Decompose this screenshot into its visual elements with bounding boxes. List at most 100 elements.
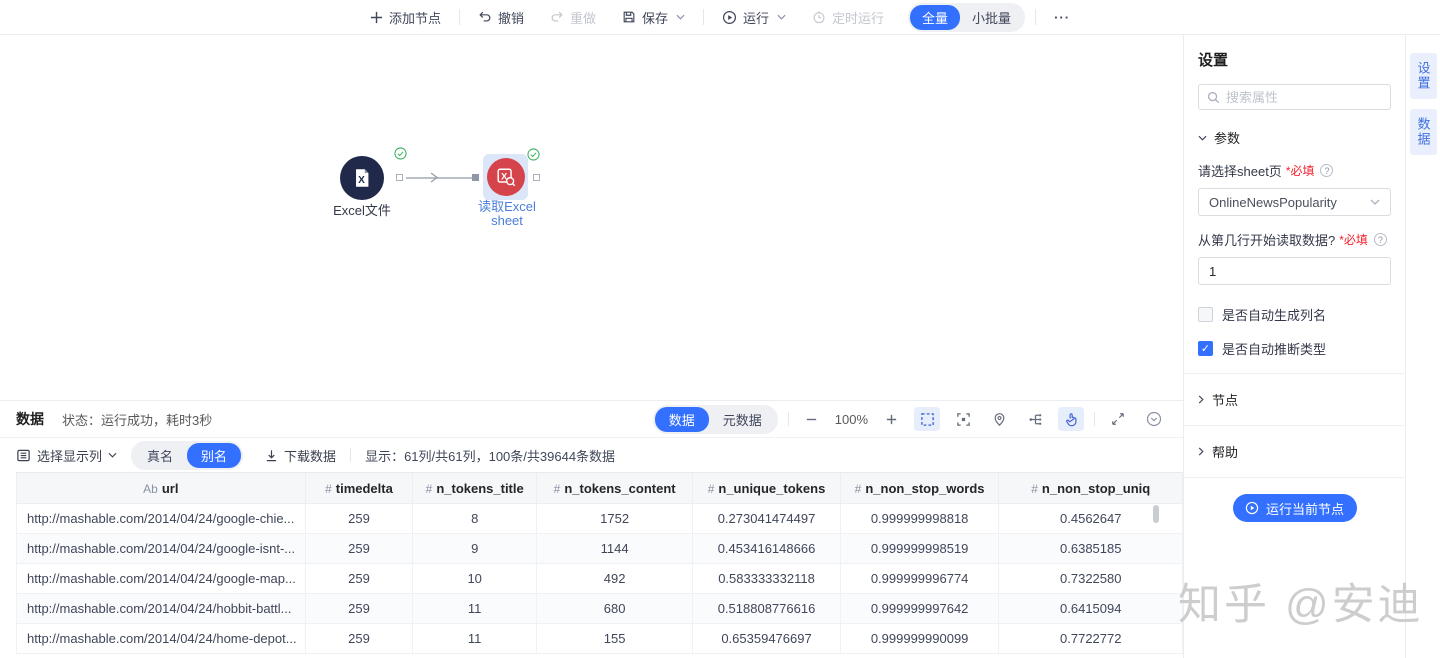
chevron-down-icon (108, 452, 117, 458)
redo-button[interactable]: 重做 (542, 4, 604, 31)
table-cell: http://mashable.com/2014/04/24/google-ma… (16, 563, 306, 594)
table-cell: 680 (535, 593, 694, 624)
table-cell: 11 (412, 623, 537, 654)
table-cell: 0.453416148666 (692, 533, 841, 564)
node-read-excel[interactable]: X (486, 158, 525, 196)
pipeline-canvas[interactable]: X Excel文件 X 读取Excel sheet (0, 35, 1183, 400)
input-port[interactable] (472, 174, 479, 181)
node-read-excel-selected[interactable]: X (483, 154, 528, 200)
data-panel-status-bar: 数据 状态：运行成功，耗时3秒 数据 元数据 100% (0, 401, 1183, 438)
column-name: url (161, 480, 179, 496)
mode-batch-segment[interactable]: 小批量 (960, 5, 1023, 30)
layout-tree-button[interactable] (1022, 407, 1048, 431)
column-header-n_tokens_title[interactable]: # n_tokens_title (412, 472, 537, 504)
chevron-down-circle-icon (1146, 411, 1162, 427)
download-data-button[interactable]: 下载数据 (265, 446, 336, 465)
auto-colname-checkbox-row[interactable]: 是否自动生成列名 (1198, 305, 1391, 324)
divider (350, 448, 352, 462)
column-header-n_non_stop_uniq[interactable]: # n_non_stop_uniq (998, 472, 1183, 504)
column-header-url[interactable]: Ab url (16, 472, 306, 504)
run-button[interactable]: 运行 (714, 4, 794, 31)
sheet-select-value: OnlineNewsPopularity (1209, 194, 1337, 210)
fit-view-button[interactable] (950, 407, 976, 431)
mode-full-segment[interactable]: 全量 (910, 4, 961, 30)
table-vertical-scrollbar[interactable] (1153, 505, 1159, 523)
property-search-input[interactable] (1226, 89, 1382, 105)
settings-title: 设置 (1198, 52, 1229, 69)
save-button[interactable]: 保存 (614, 4, 693, 31)
undo-button[interactable]: 撤销 (470, 4, 532, 31)
more-button[interactable]: ··· (1046, 6, 1078, 29)
collapse-panel-button[interactable] (1141, 407, 1167, 431)
string-type-icon: Ab (143, 481, 158, 496)
toggle-real-name[interactable]: 真名 (133, 443, 187, 468)
tab-metadata[interactable]: 元数据 (709, 407, 776, 432)
add-node-button[interactable]: 添加节点 (362, 4, 449, 31)
table-cell: 0.999999990099 (839, 623, 1000, 654)
download-label: 下载数据 (284, 448, 337, 464)
marquee-select-button[interactable] (914, 407, 940, 431)
divider (1094, 412, 1095, 426)
node-section-header[interactable]: 节点 (1198, 378, 1391, 421)
table-cell: 259 (304, 503, 414, 534)
numeric-type-icon: # (707, 481, 715, 496)
help-question-icon[interactable]: ? (1320, 164, 1334, 177)
table-cell: 0.999999998519 (839, 533, 1000, 564)
node-excel-file[interactable]: X (340, 156, 384, 200)
column-header-n_non_stop_words[interactable]: # n_non_stop_words (839, 472, 1000, 504)
download-icon (266, 449, 277, 461)
start-row-input[interactable] (1198, 257, 1391, 285)
table-cell: 0.65359476697 (692, 623, 841, 654)
output-port[interactable] (396, 174, 403, 181)
display-info-text: 显示：61列/共61列，100条/共39644条数据 (365, 448, 616, 464)
table-cell: 9 (412, 533, 537, 564)
column-header-timedelta[interactable]: # timedelta (304, 472, 414, 504)
add-node-label: 添加节点 (388, 10, 441, 26)
redo-icon (551, 11, 563, 22)
column-header-n_unique_tokens[interactable]: # n_unique_tokens (692, 472, 841, 504)
node-read-excel-label: 读取Excel sheet (478, 199, 536, 228)
checkbox-checked[interactable]: ✓ (1198, 341, 1213, 356)
params-section-header[interactable]: 参数 (1198, 128, 1391, 147)
property-search[interactable] (1198, 84, 1391, 110)
side-tab-data[interactable]: 数据 (1409, 109, 1437, 155)
checkbox-unchecked[interactable] (1198, 307, 1213, 322)
run-current-node-label: 运行当前节点 (1265, 501, 1344, 517)
run-current-node-button[interactable]: 运行当前节点 (1232, 494, 1357, 522)
success-check-icon (527, 148, 540, 161)
auto-infer-checkbox-row[interactable]: ✓ 是否自动推断类型 (1198, 339, 1391, 358)
table-cell: 0.7322580 (998, 563, 1183, 594)
run-label: 运行 (743, 10, 770, 26)
toolbar-divider (458, 9, 460, 25)
tab-data[interactable]: 数据 (654, 406, 709, 432)
scheduled-run-button[interactable]: 定时运行 (804, 4, 892, 31)
help-question-icon[interactable]: ? (1373, 233, 1387, 246)
data-table: Ab url # timedelta # n_tokens_title # n_tokens_… (16, 472, 1183, 654)
required-mark: *必填 (1285, 164, 1315, 178)
expand-panel-button[interactable] (1105, 407, 1131, 431)
save-label: 保存 (641, 10, 668, 26)
sheet-select[interactable]: OnlineNewsPopularity (1198, 188, 1391, 216)
chevron-down-icon (777, 14, 786, 20)
locate-button[interactable] (986, 407, 1012, 431)
edge-arrow-icon (430, 172, 438, 183)
zoom-out-button[interactable] (799, 407, 825, 431)
help-section-header[interactable]: 帮助 (1198, 430, 1391, 473)
toolbar-divider (1035, 9, 1037, 25)
pan-hand-button[interactable] (1058, 407, 1084, 431)
zoom-level: 100% (834, 411, 868, 427)
toggle-alias[interactable]: 别名 (187, 442, 242, 468)
select-columns-button[interactable]: 选择显示列 (16, 446, 117, 465)
table-cell: 0.518808776616 (692, 593, 841, 624)
column-name: n_non_stop_words (865, 480, 985, 496)
output-port[interactable] (533, 174, 540, 181)
zoom-in-button[interactable] (878, 407, 904, 431)
side-tab-settings[interactable]: 设置 (1409, 53, 1437, 99)
table-cell: 10 (412, 563, 537, 594)
side-tab-strip: 设置 数据 (1405, 35, 1440, 658)
numeric-type-icon: # (425, 481, 433, 496)
table-body: http://mashable.com/2014/04/24/google-ch… (16, 503, 1183, 654)
data-preview-panel: 数据 状态：运行成功，耗时3秒 数据 元数据 100% 选择显示列 真名 别名 … (0, 400, 1183, 658)
numeric-type-icon: # (1031, 481, 1038, 496)
column-header-n_tokens_content[interactable]: # n_tokens_content (535, 472, 694, 504)
